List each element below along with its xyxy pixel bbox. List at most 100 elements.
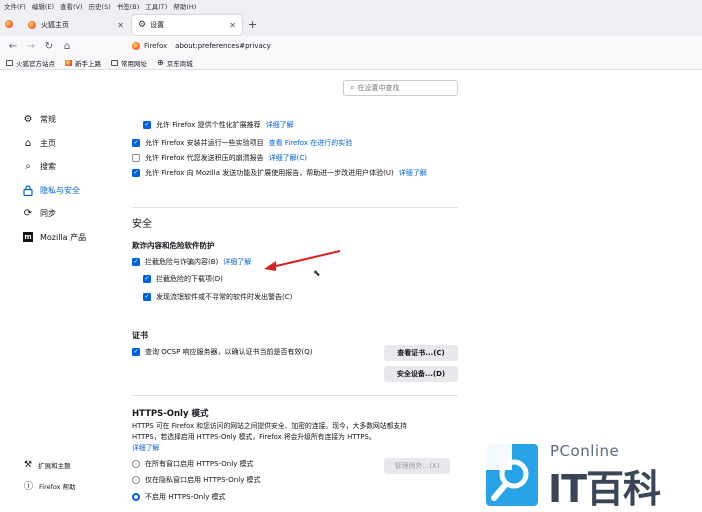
studies-checkbox-row[interactable]: ✓ 允许 Firefox 安装并运行一些实验项目 查看 Firefox 在进行的… — [132, 138, 352, 148]
bookmark-item[interactable]: 常用网址 — [111, 58, 147, 68]
pconline-watermark: PConline IT百科 — [482, 440, 702, 512]
menu-tools[interactable]: 工具(T) — [145, 1, 167, 11]
folder-icon — [111, 59, 118, 66]
checkbox-label: 拦截危险的下载项(D) — [156, 275, 223, 283]
firefox-icon — [65, 59, 72, 66]
back-arrow-icon[interactable]: ← — [4, 41, 22, 52]
checkbox-checked[interactable]: ✓ — [143, 275, 151, 283]
section-divider — [132, 207, 458, 208]
sidebar-item-sync[interactable]: ⟳ 同步 — [22, 202, 132, 226]
checkbox-label: 查询 OCSP 响应服务器，以确认证书当前是否有效(Q) — [145, 348, 313, 356]
url-text[interactable]: about:preferences#privacy — [175, 42, 271, 50]
checkbox-unchecked[interactable] — [132, 154, 140, 162]
sync-icon: ⟳ — [23, 208, 33, 220]
description-line: HTTPS 可在 Firefox 和您访问的网站之间提供安全、加密的连接。现今，… — [132, 422, 407, 430]
learn-more-link[interactable]: 详细了解 — [266, 120, 294, 130]
bookmark-item[interactable]: ⊕ 京东商城 — [157, 58, 193, 68]
checkbox-checked[interactable]: ✓ — [143, 121, 151, 129]
menu-view[interactable]: 查看(V) — [60, 1, 83, 11]
tab-home[interactable]: 火狐主页 ✕ — [22, 15, 130, 35]
checkbox-label: 允许 Firefox 提供个性化扩展推荐 — [156, 121, 261, 129]
close-icon[interactable]: ✕ — [117, 21, 124, 30]
radio-unselected[interactable] — [132, 460, 140, 468]
checkbox-label: 允许 Firefox 代您发送积压的崩溃报告 — [145, 154, 264, 162]
https-disabled-radio-row[interactable]: 不启用 HTTPS-Only 模式 — [132, 492, 226, 502]
sidebar-item-mozilla[interactable]: m Mozilla 产品 — [22, 226, 132, 250]
forward-arrow-icon[interactable]: → — [22, 41, 40, 52]
checkbox-checked[interactable]: ✓ — [132, 258, 140, 266]
sidebar-item-label: 主页 — [40, 138, 56, 148]
radio-unselected[interactable] — [132, 476, 140, 484]
learn-more-link[interactable]: 详细了解 — [223, 257, 251, 267]
help-icon: ⓘ — [24, 482, 34, 492]
block-downloads-checkbox-row[interactable]: ✓ 拦截危险的下载项(D) — [143, 274, 223, 284]
sidebar-help[interactable]: ⓘ Firefox 帮助 — [24, 479, 76, 492]
personalized-extensions-checkbox-row[interactable]: ✓ 允许 Firefox 提供个性化扩展推荐 详细了解 — [143, 120, 294, 130]
menu-bookmarks[interactable]: 书签(B) — [117, 1, 140, 11]
sidebar-item-general[interactable]: ⚙ 常规 — [22, 108, 132, 132]
menu-file[interactable]: 文件(F) — [4, 1, 26, 11]
warn-unwanted-checkbox-row[interactable]: ✓ 发现流氓软件或不寻常的软件时发出警告(C) — [143, 292, 292, 302]
sidebar-item-label: 常规 — [40, 115, 56, 125]
identity-label: Firefox — [144, 42, 168, 50]
view-certificates-button[interactable]: 查看证书...(C) — [384, 345, 458, 361]
globe-icon: ⊕ — [157, 58, 164, 67]
block-dangerous-checkbox-row[interactable]: ✓ 拦截危险与诈骗内容(B) 详细了解 — [132, 257, 251, 267]
sidebar-help-label: Firefox 帮助 — [39, 482, 76, 491]
settings-search-input[interactable]: ⌕ 在设置中查找 — [343, 80, 458, 96]
gear-icon: ⚙ — [23, 114, 33, 126]
firefox-view-button[interactable] — [4, 17, 18, 31]
menu-help[interactable]: 帮助(H) — [173, 1, 196, 11]
sidebar-item-label: 搜索 — [40, 162, 56, 172]
annotation-arrow — [264, 250, 341, 271]
studies-link[interactable]: 查看 Firefox 在进行的实验 — [269, 138, 353, 148]
learn-more-link[interactable]: 详细了解(C) — [269, 153, 307, 163]
sidebar-item-home[interactable]: ⌂ 主页 — [22, 132, 132, 156]
learn-more-link[interactable]: 详细了解 — [132, 443, 442, 454]
ocsp-checkbox-row[interactable]: ✓ 查询 OCSP 响应服务器，以确认证书当前是否有效(Q) — [132, 347, 312, 357]
nav-bar: ← → ↻ ⌂ Firefox about:preferences#privac… — [0, 36, 702, 56]
https-private-windows-radio-row[interactable]: 仅在隐私窗口启用 HTTPS-Only 模式 — [132, 475, 261, 485]
radio-label: 在所有窗口启用 HTTPS-Only 模式 — [145, 460, 254, 468]
new-tab-button[interactable]: + — [248, 18, 257, 31]
menu-edit[interactable]: 编辑(E) — [32, 1, 54, 11]
radio-selected[interactable] — [132, 493, 140, 501]
deceptive-content-heading: 欺诈内容和危险软件防护 — [132, 241, 215, 250]
checkbox-checked[interactable]: ✓ — [143, 293, 151, 301]
bookmark-item[interactable]: 新手上路 — [65, 58, 101, 68]
bookmark-label: 京东商城 — [166, 59, 193, 68]
security-devices-button[interactable]: 安全设备...(D) — [384, 366, 458, 382]
search-placeholder: 在设置中查找 — [357, 84, 400, 92]
sidebar-item-label: Mozilla 产品 — [40, 232, 87, 242]
telemetry-checkbox-row[interactable]: ✓ 允许 Firefox 向 Mozilla 发送功能及扩展使用报告，帮助进一步… — [132, 168, 427, 178]
checkbox-checked[interactable]: ✓ — [132, 139, 140, 147]
sidebar-item-privacy[interactable]: 隐私与安全 — [22, 179, 132, 203]
mozilla-icon: m — [23, 232, 33, 243]
checkbox-label: 拦截危险与诈骗内容(B) — [145, 258, 219, 266]
manage-exceptions-button[interactable]: 管理例外...(X) — [384, 458, 450, 474]
watermark-title: IT百科 — [548, 467, 661, 511]
checkbox-checked[interactable]: ✓ — [132, 348, 140, 356]
sidebar-item-search[interactable]: ⌕ 搜索 — [22, 155, 132, 179]
https-all-windows-radio-row[interactable]: 在所有窗口启用 HTTPS-Only 模式 — [132, 459, 254, 469]
close-icon[interactable]: ✕ — [229, 21, 236, 30]
bookmark-label: 新手上路 — [75, 59, 101, 68]
firefox-icon — [28, 21, 36, 29]
sidebar-extensions[interactable]: ⚒ 扩展和主题 — [24, 460, 71, 470]
section-divider — [132, 395, 458, 396]
reload-icon[interactable]: ↻ — [40, 41, 58, 52]
url-bar[interactable]: Firefox about:preferences#privacy — [132, 38, 692, 54]
crash-reports-checkbox-row[interactable]: 允许 Firefox 代您发送积压的崩溃报告 详细了解(C) — [132, 153, 307, 163]
https-only-heading: HTTPS-Only 模式 — [132, 409, 209, 419]
search-icon: ⌕ — [350, 83, 355, 92]
gear-icon: ⚙ — [138, 20, 147, 30]
learn-more-link[interactable]: 详细了解 — [399, 168, 427, 178]
search-icon: ⌕ — [25, 161, 31, 173]
pconline-logo-icon — [484, 440, 538, 506]
radio-label: 不启用 HTTPS-Only 模式 — [145, 493, 226, 501]
bookmark-item[interactable]: 火狐官方站点 — [6, 58, 55, 68]
menu-history[interactable]: 历史(S) — [89, 1, 111, 11]
checkbox-checked[interactable]: ✓ — [132, 169, 140, 177]
home-icon[interactable]: ⌂ — [58, 41, 76, 52]
tab-settings[interactable]: ⚙ 设置 ✕ — [132, 15, 242, 35]
